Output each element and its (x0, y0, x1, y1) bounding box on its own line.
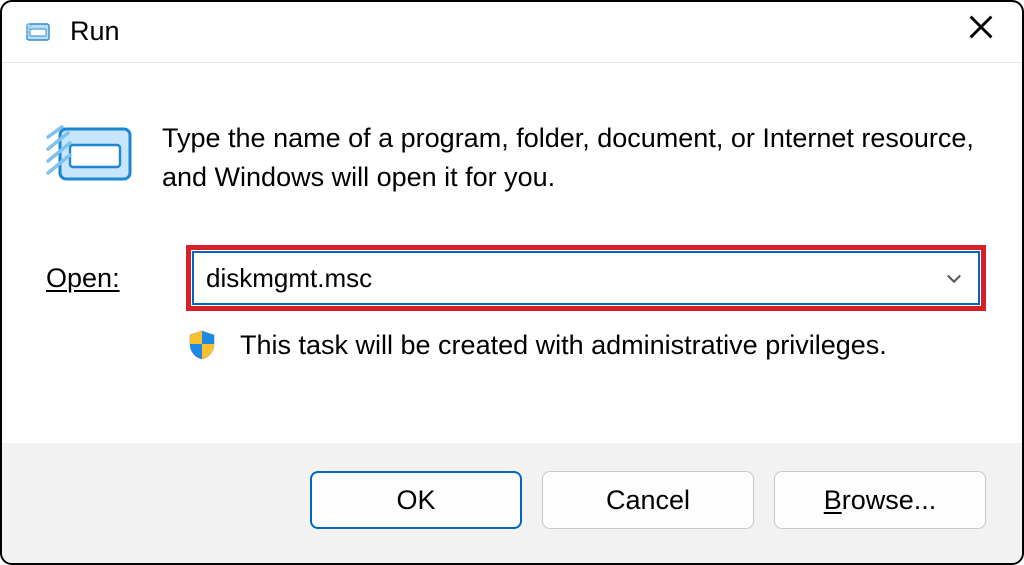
dialog-title: Run (70, 16, 960, 47)
browse-button-label: Browse... (824, 485, 937, 516)
button-bar: OK Cancel Browse... (2, 443, 1022, 563)
description-row: Type the name of a program, folder, docu… (46, 119, 986, 197)
admin-notice-text: This task will be created with administr… (240, 330, 887, 361)
ok-button[interactable]: OK (310, 471, 522, 529)
close-button[interactable] (960, 14, 1002, 48)
open-input[interactable] (194, 259, 930, 298)
run-dialog: Run Type the name of a program, folder, … (0, 0, 1024, 565)
titlebar: Run (2, 2, 1022, 63)
admin-notice-row: This task will be created with administr… (186, 329, 986, 361)
open-label: Open: (46, 263, 186, 294)
combobox-dropdown-button[interactable] (930, 268, 978, 288)
dialog-body: Type the name of a program, folder, docu… (2, 63, 1022, 443)
browse-button[interactable]: Browse... (774, 471, 986, 529)
description-text: Type the name of a program, folder, docu… (162, 119, 986, 197)
ok-button-label: OK (396, 485, 435, 516)
run-icon (46, 123, 134, 185)
open-row: Open: (46, 245, 986, 311)
chevron-down-icon (944, 268, 964, 288)
cancel-button[interactable]: Cancel (542, 471, 754, 529)
uac-shield-icon (186, 329, 218, 361)
open-combobox-highlight (186, 245, 986, 311)
cancel-button-label: Cancel (606, 485, 690, 516)
run-titlebar-icon (26, 20, 52, 42)
open-combobox[interactable] (192, 251, 980, 305)
